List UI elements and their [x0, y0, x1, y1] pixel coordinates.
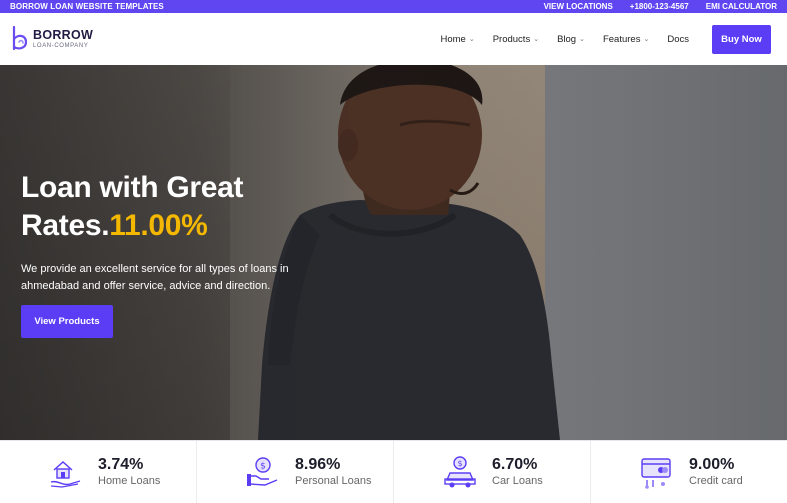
- hero-title-line1: Loan with Great: [21, 171, 244, 204]
- buy-now-button[interactable]: Buy Now: [712, 24, 771, 54]
- credit-card-icon: [641, 458, 671, 489]
- personal-loan-icon: $: [247, 457, 278, 486]
- stat-credit-card[interactable]: 9.00% Credit card: [591, 441, 787, 503]
- stat-personal-loans[interactable]: $ 8.96% Personal Loans: [197, 441, 394, 503]
- stat-label: Credit card: [689, 474, 743, 487]
- nav-item-docs[interactable]: Docs: [667, 34, 689, 45]
- hero-rate: 11.00%: [109, 209, 208, 242]
- stat-value: 3.74%: [98, 456, 144, 474]
- home-loan-icon: [50, 460, 81, 488]
- chevron-down-icon: ⌄: [468, 36, 475, 43]
- top-bar-brand: BORROW LOAN WEBSITE TEMPLATES: [10, 2, 164, 11]
- stat-car-loans[interactable]: $ 6.70% Car Loans: [394, 441, 591, 503]
- top-bar-links: VIEW LOCATIONS +1800-123-4567 EMI CALCUL…: [544, 2, 777, 11]
- top-bar: BORROW LOAN WEBSITE TEMPLATES VIEW LOCAT…: [0, 0, 787, 13]
- chevron-down-icon: ⌄: [643, 36, 650, 43]
- main-nav: Home ⌄ Products ⌄ Blog ⌄ Features ⌄ Docs…: [440, 24, 771, 54]
- hero-description: We provide an excellent service for all …: [21, 263, 289, 292]
- nav-item-blog[interactable]: Blog ⌄: [557, 34, 585, 45]
- view-locations-link[interactable]: VIEW LOCATIONS: [544, 2, 613, 11]
- nav-item-home[interactable]: Home ⌄: [440, 34, 474, 45]
- header: BORROW LOAN-COMPANY Home ⌄ Products ⌄ Bl…: [0, 13, 787, 65]
- stat-home-loans[interactable]: 3.74% Home Loans: [0, 441, 197, 503]
- stat-value: 8.96%: [295, 456, 341, 474]
- logo-title: BORROW: [33, 28, 94, 43]
- nav-item-products[interactable]: Products ⌄: [493, 34, 539, 45]
- view-products-button[interactable]: View Products: [21, 305, 113, 338]
- phone-link[interactable]: +1800-123-4567: [630, 2, 689, 11]
- stat-value: 6.70%: [492, 456, 538, 474]
- chevron-down-icon: ⌄: [533, 36, 540, 43]
- stat-label: Home Loans: [98, 474, 161, 487]
- nav-item-label: Blog: [557, 33, 577, 45]
- loan-rates-strip: 3.74% Home Loans $ 8.96% Personal Loans …: [0, 440, 787, 503]
- stat-label: Car Loans: [492, 474, 543, 487]
- stat-label: Personal Loans: [295, 474, 372, 487]
- nav-item-label: Home: [440, 33, 466, 45]
- hero-title: Loan with Great Rates.11.00%: [21, 169, 243, 245]
- hero-section: Loan with Great Rates.11.00% We provide …: [0, 65, 787, 440]
- logo-mark-icon: [12, 25, 28, 51]
- nav-item-label: Docs: [667, 33, 689, 45]
- hero-title-line2: Rates.: [21, 209, 110, 242]
- logo[interactable]: BORROW LOAN-COMPANY: [10, 25, 93, 53]
- logo-subtitle: LOAN-COMPANY: [33, 42, 89, 49]
- svg-text:$: $: [260, 462, 266, 472]
- nav-item-label: Products: [492, 33, 531, 45]
- stat-value: 9.00%: [689, 456, 735, 474]
- emi-calculator-link[interactable]: EMI CALCULATOR: [706, 2, 777, 11]
- svg-text:$: $: [457, 459, 462, 468]
- car-loan-icon: $: [444, 456, 476, 488]
- nav-item-label: Features: [602, 33, 641, 45]
- nav-item-features[interactable]: Features ⌄: [603, 34, 649, 45]
- chevron-down-icon: ⌄: [579, 36, 585, 43]
